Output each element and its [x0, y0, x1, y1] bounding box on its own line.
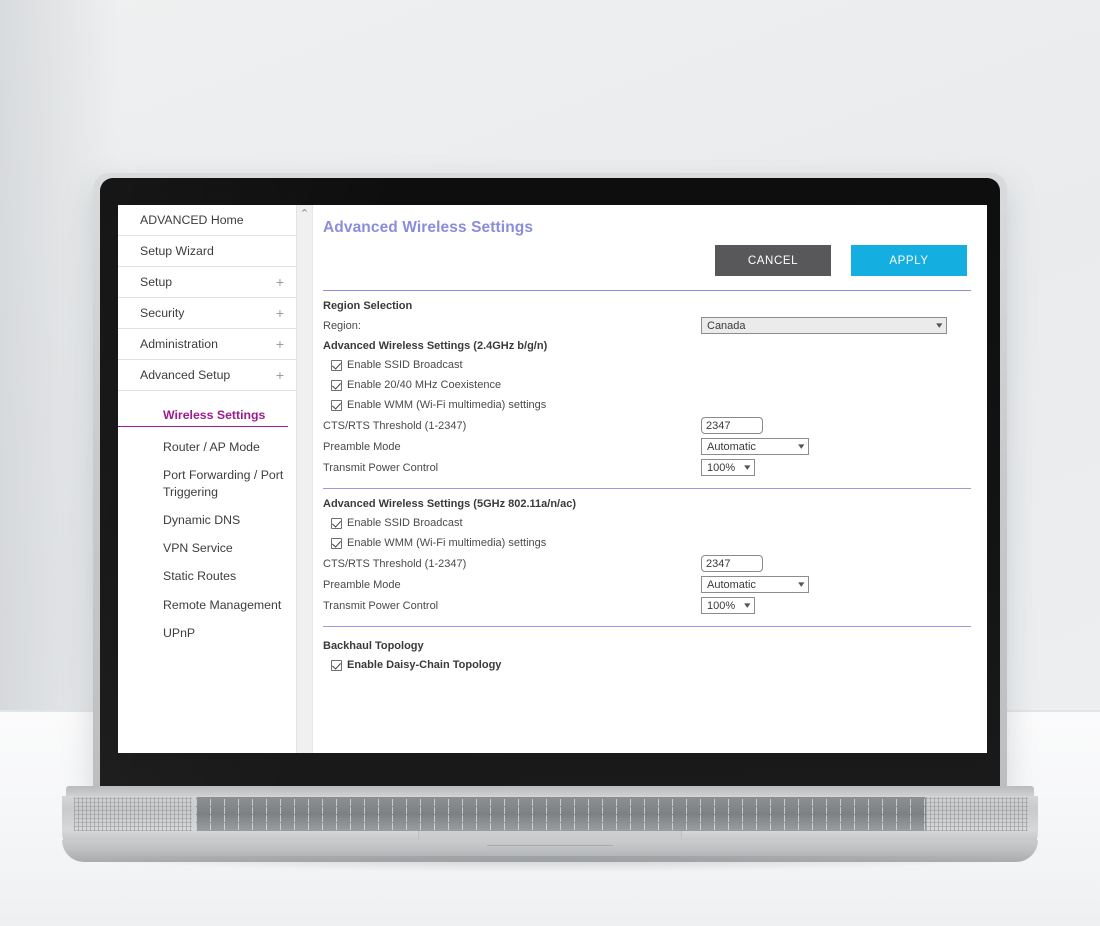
region-select[interactable]: Canada ▾	[701, 317, 947, 334]
laptop-keyboard	[196, 797, 926, 831]
transmit-power-label: Transmit Power Control	[323, 461, 439, 474]
region-section-heading: Region Selection	[323, 300, 413, 312]
sidebar-item-security[interactable]: Security +	[118, 298, 296, 329]
plus-icon[interactable]: +	[276, 368, 286, 382]
chevron-down-icon: ▾	[936, 320, 943, 330]
plus-icon[interactable]: +	[276, 275, 286, 289]
preamble-select-value: Automatic	[707, 440, 756, 453]
chevron-down-icon: ▾	[744, 462, 751, 472]
backhaul-topology-section: Backhaul Topology Enable Daisy-Chain Top…	[321, 627, 973, 675]
checkbox-label: Enable SSID Broadcast	[347, 359, 463, 371]
sidebar-navigation: ADVANCED Home Setup Wizard Setup + Secur…	[118, 205, 297, 753]
checkbox-label: Enable SSID Broadcast	[347, 517, 463, 529]
sidebar-item-vpn-service[interactable]: VPN Service	[118, 534, 296, 562]
transmit-power-select-value: 100%	[707, 461, 736, 474]
backhaul-heading: Backhaul Topology	[323, 640, 424, 652]
checkbox-label: Enable Daisy-Chain Topology	[347, 659, 502, 671]
transmit-power-label: Transmit Power Control	[323, 599, 439, 612]
sidebar-item-label: Security	[140, 306, 185, 320]
checkbox-row-coexistence-24[interactable]: Enable 20/40 MHz Coexistence	[323, 375, 971, 395]
region-row: Region: Canada ▾	[323, 315, 971, 336]
checkbox-icon[interactable]	[331, 359, 342, 371]
band-24ghz-heading: Advanced Wireless Settings (2.4GHz b/g/n…	[323, 340, 548, 352]
sidebar-item-label: Setup	[140, 275, 173, 289]
region-control: Canada ▾	[701, 317, 947, 334]
checkbox-row-wmm-5[interactable]: Enable WMM (Wi-Fi multimedia) settings	[323, 533, 971, 553]
sidebar-item-port-forwarding[interactable]: Port Forwarding / Port Triggering	[118, 461, 296, 505]
laptop-drop-shadow	[80, 856, 1020, 872]
chevron-down-icon: ▾	[744, 600, 751, 610]
checkbox-row-wmm-24[interactable]: Enable WMM (Wi-Fi multimedia) settings	[323, 395, 971, 415]
sidebar-item-advanced-home[interactable]: ADVANCED Home	[118, 205, 296, 236]
cts-rts-row-5: CTS/RTS Threshold (1-2347) 2347	[323, 553, 971, 574]
cts-rts-label: CTS/RTS Threshold (1-2347)	[323, 419, 467, 432]
sidebar-item-advanced-setup[interactable]: Advanced Setup +	[118, 360, 296, 391]
sidebar-item-setup[interactable]: Setup +	[118, 267, 296, 298]
band-5ghz-heading: Advanced Wireless Settings (5GHz 802.11a…	[323, 498, 577, 510]
laptop-screen: ADVANCED Home Setup Wizard Setup + Secur…	[118, 205, 987, 753]
transmit-power-select[interactable]: 100% ▾	[701, 597, 755, 614]
preamble-select[interactable]: Automatic ▾	[701, 438, 809, 455]
laptop-device: ADVANCED Home Setup Wizard Setup + Secur…	[0, 0, 1100, 926]
chevron-down-icon: ▾	[798, 579, 805, 589]
chevron-up-icon[interactable]: ⌃	[300, 209, 309, 753]
cts-rts-input[interactable]: 2347	[701, 417, 763, 434]
checkbox-label: Enable 20/40 MHz Coexistence	[347, 379, 502, 391]
checkbox-row-ssid-broadcast-24[interactable]: Enable SSID Broadcast	[323, 355, 971, 375]
sidebar-item-label: Advanced Setup	[140, 368, 231, 382]
region-select-value: Canada	[707, 319, 746, 332]
sidebar-item-static-routes[interactable]: Static Routes	[118, 562, 296, 590]
sidebar-item-router-ap-mode[interactable]: Router / AP Mode	[118, 433, 296, 461]
region-selection-section: Region Selection Region: Canada ▾	[321, 291, 973, 336]
preamble-label: Preamble Mode	[323, 440, 401, 453]
sidebar-item-setup-wizard[interactable]: Setup Wizard	[118, 236, 296, 267]
plus-icon[interactable]: +	[276, 306, 286, 320]
preamble-select-value: Automatic	[707, 578, 756, 591]
preamble-row-5: Preamble Mode Automatic ▾	[323, 574, 971, 595]
sidebar-item-wireless-settings[interactable]: Wireless Settings	[118, 401, 288, 428]
checkbox-icon[interactable]	[331, 537, 342, 549]
transmit-power-row-24: Transmit Power Control 100% ▾	[323, 457, 971, 478]
sidebar-subitem-list: Wireless Settings Router / AP Mode Port …	[118, 391, 296, 647]
preamble-row-24: Preamble Mode Automatic ▾	[323, 436, 971, 457]
preamble-select[interactable]: Automatic ▾	[701, 576, 809, 593]
plus-icon[interactable]: +	[276, 337, 286, 351]
chevron-down-icon: ▾	[798, 441, 805, 451]
band-24ghz-section: Advanced Wireless Settings (2.4GHz b/g/n…	[321, 336, 973, 478]
sidebar-item-remote-management[interactable]: Remote Management	[118, 591, 296, 619]
speaker-grille-right	[910, 797, 1028, 831]
speaker-grille-left	[74, 797, 192, 831]
sidebar-item-dynamic-dns[interactable]: Dynamic DNS	[118, 506, 296, 534]
checkbox-row-daisy-chain[interactable]: Enable Daisy-Chain Topology	[323, 655, 971, 675]
checkbox-icon[interactable]	[331, 379, 342, 391]
vertical-scrollbar[interactable]: ⌃	[297, 205, 313, 753]
page-title: Advanced Wireless Settings	[323, 219, 534, 236]
action-button-row: CANCEL APPLY	[321, 245, 973, 276]
checkbox-icon[interactable]	[331, 517, 342, 529]
checkbox-label: Enable WMM (Wi-Fi multimedia) settings	[347, 537, 547, 549]
router-admin-page: ADVANCED Home Setup Wizard Setup + Secur…	[118, 205, 987, 753]
region-label: Region:	[323, 319, 361, 332]
sidebar-item-upnp[interactable]: UPnP	[118, 619, 296, 647]
checkbox-icon[interactable]	[331, 659, 342, 671]
sidebar-item-administration[interactable]: Administration +	[118, 329, 296, 360]
cancel-button[interactable]: CANCEL	[715, 245, 831, 276]
sidebar-item-label: ADVANCED Home	[140, 213, 244, 227]
cts-rts-input[interactable]: 2347	[701, 555, 763, 572]
transmit-power-select[interactable]: 100% ▾	[701, 459, 755, 476]
transmit-power-row-5: Transmit Power Control 100% ▾	[323, 595, 971, 616]
checkbox-row-ssid-broadcast-5[interactable]: Enable SSID Broadcast	[323, 513, 971, 533]
checkbox-icon[interactable]	[331, 399, 342, 411]
preamble-label: Preamble Mode	[323, 578, 401, 591]
cts-rts-row-24: CTS/RTS Threshold (1-2347) 2347	[323, 415, 971, 436]
band-5ghz-section: Advanced Wireless Settings (5GHz 802.11a…	[321, 489, 973, 616]
checkbox-label: Enable WMM (Wi-Fi multimedia) settings	[347, 399, 547, 411]
cts-rts-label: CTS/RTS Threshold (1-2347)	[323, 557, 467, 570]
sidebar-item-label: Setup Wizard	[140, 244, 214, 258]
apply-button[interactable]: APPLY	[851, 245, 967, 276]
sidebar-item-label: Administration	[140, 337, 218, 351]
transmit-power-select-value: 100%	[707, 599, 736, 612]
main-content: Advanced Wireless Settings CANCEL APPLY …	[313, 205, 987, 753]
